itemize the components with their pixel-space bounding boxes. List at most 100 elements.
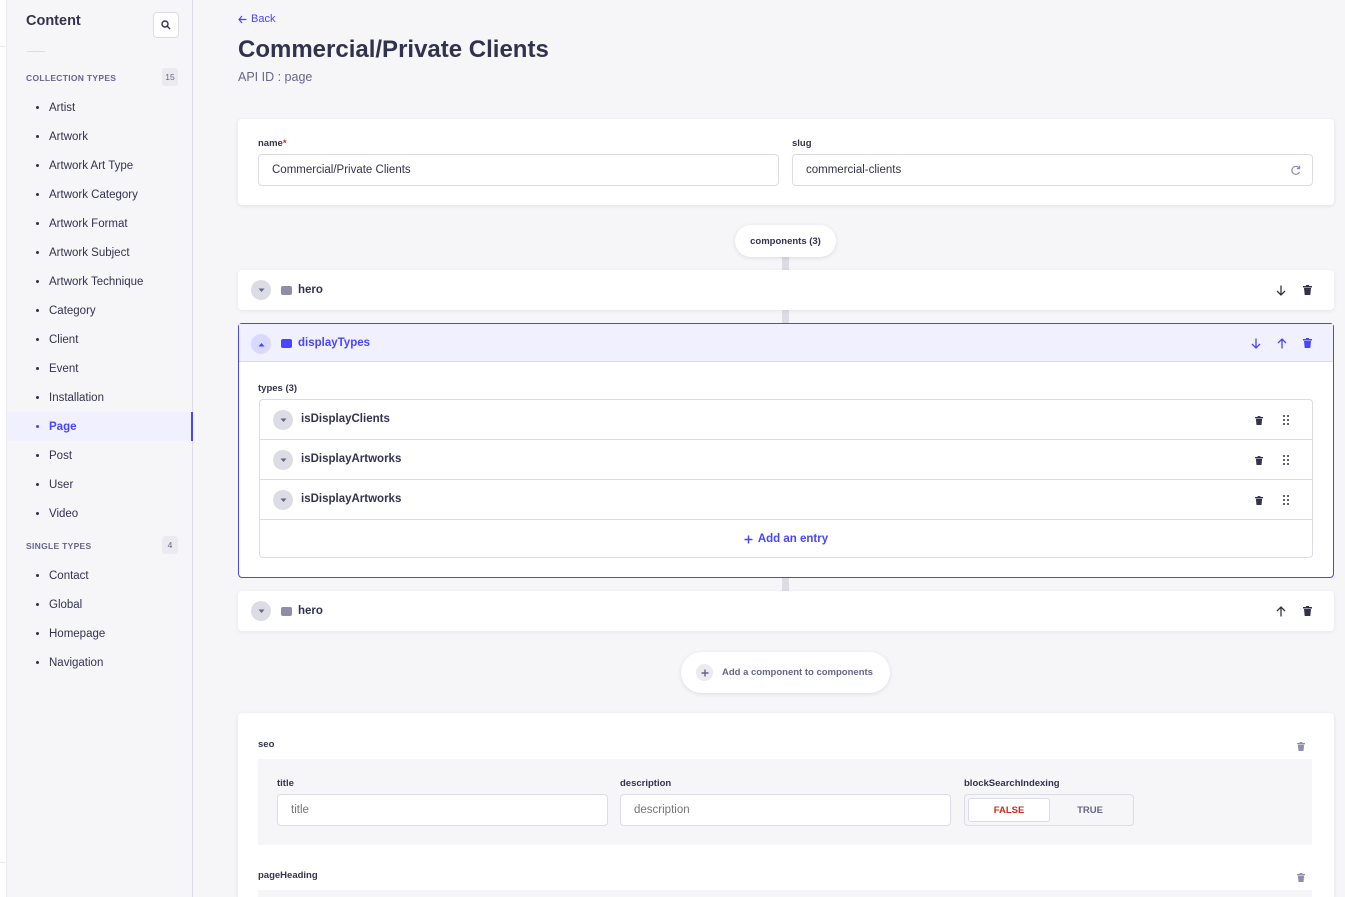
slug-value: commercial-clients xyxy=(806,164,902,176)
sidebar-item-label: Artwork Technique xyxy=(49,275,144,288)
sidebar-item-event[interactable]: Event xyxy=(7,354,193,383)
seo-description-label: description xyxy=(620,778,672,789)
type-row[interactable]: isDisplayArtworks xyxy=(260,440,1312,480)
chevron-down-icon xyxy=(280,418,286,422)
move-down-button[interactable] xyxy=(1274,283,1288,297)
delete-button[interactable] xyxy=(1252,493,1266,507)
sidebar-item-label: Homepage xyxy=(49,627,106,640)
expand-toggle[interactable] xyxy=(251,280,271,300)
sidebar-item-label: Global xyxy=(49,598,83,611)
sidebar-item-label: Page xyxy=(49,420,77,433)
sidebar-item-page[interactable]: Page xyxy=(7,412,193,441)
api-id: API ID : page xyxy=(238,70,313,84)
sidebar-item-navigation[interactable]: Navigation xyxy=(7,648,193,677)
sidebar-search-button[interactable] xyxy=(153,12,179,38)
single-types-list: Contact Global Homepage Navigation xyxy=(7,561,193,677)
component-name: hero xyxy=(298,284,323,296)
add-entry-button[interactable]: Add an entry xyxy=(260,520,1312,558)
expand-toggle[interactable] xyxy=(273,450,293,470)
slug-input[interactable]: commercial-clients xyxy=(792,154,1313,186)
type-row[interactable]: isDisplayArtworks xyxy=(260,480,1312,520)
sidebar-item-homepage[interactable]: Homepage xyxy=(7,619,193,648)
expand-toggle[interactable] xyxy=(251,601,271,621)
bullet-icon xyxy=(36,661,39,664)
delete-button[interactable] xyxy=(1300,283,1314,297)
arrow-up-icon xyxy=(1276,605,1286,616)
sidebar-title: Content xyxy=(26,13,81,29)
trash-icon xyxy=(1255,415,1263,425)
drag-handle[interactable] xyxy=(1279,493,1293,507)
sidebar-item-artwork-format[interactable]: Artwork Format xyxy=(7,209,193,238)
drag-handle[interactable] xyxy=(1279,413,1293,427)
seo-title-input[interactable] xyxy=(277,794,608,826)
sidebar-item-user[interactable]: User xyxy=(7,470,193,499)
drag-handle[interactable] xyxy=(1279,453,1293,467)
component-name: displayTypes xyxy=(298,337,371,349)
chevron-down-icon xyxy=(280,458,286,462)
collection-types-count: 15 xyxy=(162,68,178,86)
plus-circle-icon xyxy=(696,664,713,681)
block-search-indexing-toggle[interactable]: FALSE TRUE xyxy=(964,794,1134,826)
bullet-icon xyxy=(36,632,39,635)
move-up-button[interactable] xyxy=(1275,336,1289,350)
collapse-toggle[interactable] xyxy=(251,334,271,354)
sidebar-item-label: Client xyxy=(49,333,79,346)
bullet-icon xyxy=(36,483,39,486)
bullet-icon xyxy=(36,280,39,283)
add-component-button[interactable]: Add a component to components xyxy=(681,652,890,693)
refresh-icon[interactable] xyxy=(1290,165,1301,176)
component-row-hero[interactable]: hero xyxy=(238,270,1334,310)
drag-icon xyxy=(1283,455,1289,465)
page-heading-delete-button[interactable] xyxy=(1294,870,1308,884)
expand-toggle[interactable] xyxy=(273,490,293,510)
arrow-left-icon xyxy=(238,15,247,23)
delete-button[interactable] xyxy=(1252,453,1266,467)
sidebar-item-post[interactable]: Post xyxy=(7,441,193,470)
sidebar-item-artwork-technique[interactable]: Artwork Technique xyxy=(7,267,193,296)
sidebar-item-installation[interactable]: Installation xyxy=(7,383,193,412)
name-input[interactable]: Commercial/Private Clients xyxy=(258,154,779,186)
sidebar-item-label: Artwork xyxy=(49,130,88,143)
bullet-icon xyxy=(36,135,39,138)
type-name: isDisplayArtworks xyxy=(301,453,402,465)
trash-icon xyxy=(1302,338,1312,348)
seo-label: seo xyxy=(258,739,275,750)
back-link[interactable]: Back xyxy=(238,13,275,25)
sidebar-item-category[interactable]: Category xyxy=(7,296,193,325)
seo-delete-button[interactable] xyxy=(1294,739,1308,753)
delete-button[interactable] xyxy=(1252,413,1266,427)
types-label: types (3) xyxy=(258,383,298,394)
sidebar-item-artwork-subject[interactable]: Artwork Subject xyxy=(7,238,193,267)
true-option[interactable]: TRUE xyxy=(1050,798,1130,822)
sidebar-item-label: User xyxy=(49,478,74,491)
sidebar-item-client[interactable]: Client xyxy=(7,325,193,354)
sidebar-item-artwork-art-type[interactable]: Artwork Art Type xyxy=(7,151,193,180)
connector-line xyxy=(782,310,789,323)
sidebar-item-contact[interactable]: Contact xyxy=(7,561,193,590)
delete-button[interactable] xyxy=(1300,336,1314,350)
content-sidebar: Content COLLECTION TYPES 15 Artist Artwor… xyxy=(7,0,193,897)
bullet-icon xyxy=(36,454,39,457)
type-row[interactable]: isDisplayClients xyxy=(260,400,1312,440)
bullet-icon xyxy=(36,512,39,515)
sidebar-item-video[interactable]: Video xyxy=(7,499,193,528)
seo-description-input[interactable] xyxy=(620,794,951,826)
sidebar-item-artwork[interactable]: Artwork xyxy=(7,122,193,151)
move-down-button[interactable] xyxy=(1249,336,1263,350)
sidebar-item-label: Event xyxy=(49,362,79,375)
search-icon xyxy=(161,20,171,30)
sidebar-item-artwork-category[interactable]: Artwork Category xyxy=(7,180,193,209)
component-icon xyxy=(281,339,292,348)
sidebar-item-artist[interactable]: Artist xyxy=(7,93,193,122)
bullet-icon xyxy=(36,106,39,109)
false-option[interactable]: FALSE xyxy=(968,798,1050,822)
trash-icon xyxy=(1297,872,1305,882)
drag-icon xyxy=(1283,495,1289,505)
move-up-button[interactable] xyxy=(1274,604,1288,618)
delete-button[interactable] xyxy=(1300,604,1314,618)
chevron-down-icon xyxy=(258,609,264,613)
sidebar-item-global[interactable]: Global xyxy=(7,590,193,619)
expand-toggle[interactable] xyxy=(273,410,293,430)
component-row-hero[interactable]: hero xyxy=(238,591,1334,631)
component-header[interactable]: displayTypes xyxy=(239,324,1333,362)
